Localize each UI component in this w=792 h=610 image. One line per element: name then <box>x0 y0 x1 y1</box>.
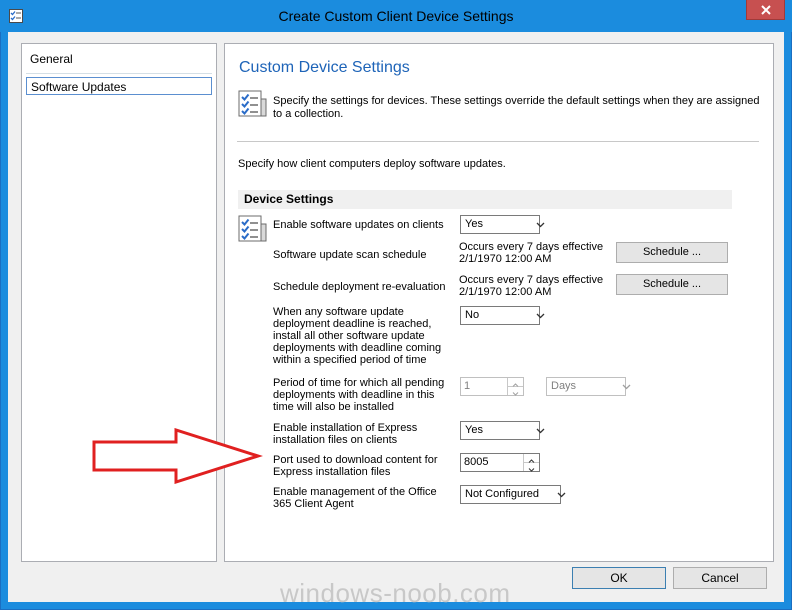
chevron-down-icon[interactable] <box>508 387 523 396</box>
stepper-buttons[interactable] <box>507 378 523 396</box>
setting-label-enable-updates: Enable software updates on clients <box>273 219 444 231</box>
setting-label-express-install: Enable installation of Express installat… <box>273 422 418 446</box>
divider <box>237 141 759 142</box>
page-title: Custom Device Settings <box>239 59 410 76</box>
chevron-up-icon[interactable] <box>524 454 539 463</box>
select-value: Days <box>551 380 577 392</box>
select-value: No <box>465 309 480 321</box>
close-button[interactable] <box>746 0 785 20</box>
chevron-up-icon[interactable] <box>508 378 523 387</box>
settings-checklist-icon <box>237 89 267 119</box>
office365-select[interactable]: Not Configured <box>460 485 566 504</box>
select-value: Yes <box>465 218 483 230</box>
chevron-down-icon[interactable] <box>524 463 539 472</box>
watermark: windows-noob.com <box>280 578 511 608</box>
settings-panel: Custom Device Settings Specify the setti… <box>224 43 774 562</box>
stepper-value: 8005 <box>464 456 489 468</box>
nav-divider <box>26 73 212 74</box>
ok-button[interactable]: OK <box>572 567 666 589</box>
panel-description: Specify the settings for devices. These … <box>273 95 760 120</box>
express-install-select[interactable]: Yes <box>460 421 545 440</box>
setting-label-scan-schedule: Software update scan schedule <box>273 249 427 261</box>
intro-text: Specify how client computers deploy soft… <box>238 158 506 170</box>
section-header: Device Settings <box>238 190 732 209</box>
setting-label-period: Period of time for which all pending dep… <box>273 377 445 413</box>
nav-item-general[interactable]: General <box>26 50 212 68</box>
deadline-install-select[interactable]: No <box>460 306 545 325</box>
period-unit-select[interactable]: Days <box>546 377 631 396</box>
nav-item-software-updates[interactable]: Software Updates <box>26 77 212 95</box>
setting-label-reevaluation: Schedule deployment re-evaluation <box>273 281 446 293</box>
period-stepper[interactable]: 1 <box>460 377 524 396</box>
stepper-value: 1 <box>464 380 471 392</box>
stepper-buttons[interactable] <box>523 454 539 472</box>
window-title: Create Custom Client Device Settings <box>278 8 514 24</box>
enable-updates-select[interactable]: Yes <box>460 215 545 234</box>
select-value: Not Configured <box>465 488 539 500</box>
express-port-stepper[interactable]: 8005 <box>460 453 540 472</box>
setting-label-office365: Enable management of the Office 365 Clie… <box>273 486 437 510</box>
scan-schedule-button[interactable]: Schedule ... <box>616 242 728 263</box>
dialog-client-area: General Software Updates Custom Device S… <box>8 32 784 602</box>
settings-checklist-icon <box>237 214 267 244</box>
reevaluation-schedule-value: Occurs every 7 days effective 2/1/1970 1… <box>459 274 604 298</box>
reevaluation-schedule-button[interactable]: Schedule ... <box>616 274 728 295</box>
select-value: Yes <box>465 424 483 436</box>
setting-label-deadline-install: When any software update deployment dead… <box>273 306 442 366</box>
scan-schedule-value: Occurs every 7 days effective 2/1/1970 1… <box>459 241 604 265</box>
annotation-arrow-icon <box>92 427 264 487</box>
title-bar[interactable]: Create Custom Client Device Settings <box>0 0 792 32</box>
setting-label-express-port: Port used to download content for Expres… <box>273 454 438 478</box>
cancel-button[interactable]: Cancel <box>673 567 767 589</box>
